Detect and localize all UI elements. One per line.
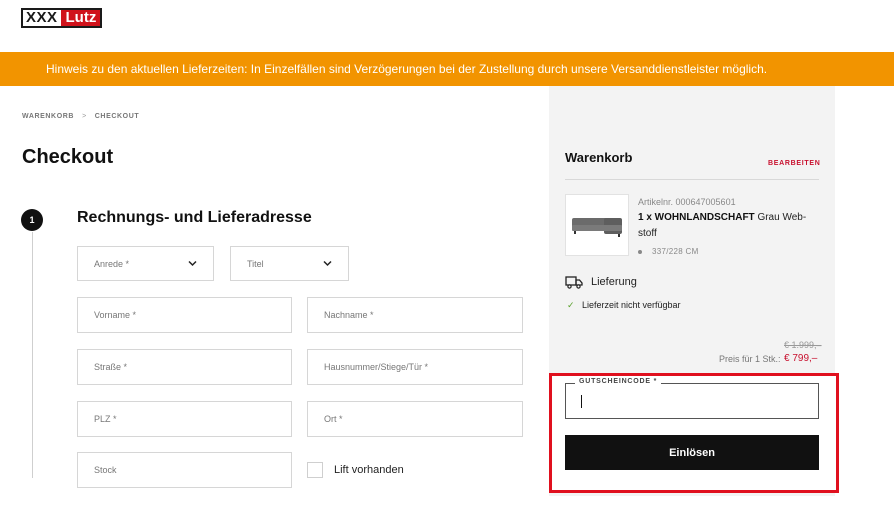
delivery-notice-banner: Hinweis zu den aktuellen Lieferzeiten: I… — [0, 52, 894, 86]
salutation-placeholder: Anrede * — [94, 258, 130, 269]
page-title: Checkout — [22, 146, 114, 168]
title-placeholder: Titel — [247, 258, 264, 269]
first-name-input[interactable]: Vorname * — [77, 297, 292, 333]
logo-text-xxx: XXX — [23, 10, 61, 26]
article-number: Artikelnr. 000647005601 — [638, 197, 736, 207]
house-number-placeholder: Hausnummer/Stiege/Tür * — [324, 362, 429, 372]
floor-placeholder: Stock — [94, 465, 117, 475]
breadcrumb-checkout: CHECKOUT — [94, 113, 140, 120]
product-name: 1 x WOHNLANDSCHAFT Grau Web-stoff — [638, 210, 818, 242]
delivery-label: Lieferung — [591, 276, 637, 288]
price-per-unit-label: Preis für 1 Stk.: — [719, 354, 781, 364]
elevator-label[interactable]: Lift vorhanden — [334, 464, 404, 476]
step-title: Rechnungs- und Lieferadresse — [77, 209, 312, 226]
street-input[interactable]: Straße * — [77, 349, 292, 385]
city-input[interactable]: Ort * — [307, 401, 523, 437]
breadcrumb-cart[interactable]: WARENKORB — [22, 113, 74, 120]
chevron-down-icon — [188, 258, 197, 269]
house-number-input[interactable]: Hausnummer/Stiege/Tür * — [307, 349, 523, 385]
bullet-icon — [638, 249, 642, 254]
step-progress-line — [32, 232, 33, 478]
current-price: € 799,– — [784, 353, 818, 364]
last-name-input[interactable]: Nachname * — [307, 297, 523, 333]
voucher-code-label: GUTSCHEINCODE * — [575, 378, 662, 385]
xxxlutz-logo[interactable]: XXX Lutz — [21, 8, 103, 28]
first-name-placeholder: Vorname * — [94, 310, 137, 320]
zip-input[interactable]: PLZ * — [77, 401, 292, 437]
elevator-checkbox[interactable] — [307, 462, 323, 478]
step-number-badge: 1 — [21, 209, 43, 231]
sofa-icon — [572, 218, 622, 237]
cart-divider — [565, 179, 819, 180]
breadcrumb: WARENKORB > CHECKOUT — [22, 113, 139, 120]
text-cursor — [581, 395, 582, 408]
city-placeholder: Ort * — [324, 414, 343, 424]
zip-placeholder: PLZ * — [94, 414, 117, 424]
dimensions-text: 337/228 CM — [652, 247, 699, 256]
product-quantity-name: 1 x WOHNLANDSCHAFT — [638, 212, 755, 223]
product-image — [565, 194, 629, 256]
truck-icon — [565, 275, 583, 294]
banner-text: Hinweis zu den aktuellen Lieferzeiten: I… — [46, 62, 768, 76]
redeem-voucher-button[interactable]: Einlösen — [565, 435, 819, 470]
checkmark-icon: ✓ — [567, 300, 575, 310]
cart-edit-link[interactable]: BEARBEITEN — [768, 160, 821, 167]
product-dimensions: 337/228 CM — [638, 247, 699, 256]
street-placeholder: Straße * — [94, 362, 128, 372]
logo-text-lutz: Lutz — [60, 10, 101, 26]
salutation-select[interactable]: Anrede * — [77, 246, 214, 281]
floor-input[interactable]: Stock — [77, 452, 292, 488]
availability-text: Lieferzeit nicht verfügbar — [582, 300, 681, 310]
voucher-code-input[interactable] — [565, 383, 819, 419]
cart-title: Warenkorb — [565, 150, 633, 165]
last-name-placeholder: Nachname * — [324, 310, 374, 320]
breadcrumb-separator: > — [82, 113, 87, 120]
old-price: € 1.999,– — [784, 340, 822, 350]
title-select[interactable]: Titel — [230, 246, 349, 281]
chevron-down-icon — [323, 258, 332, 269]
